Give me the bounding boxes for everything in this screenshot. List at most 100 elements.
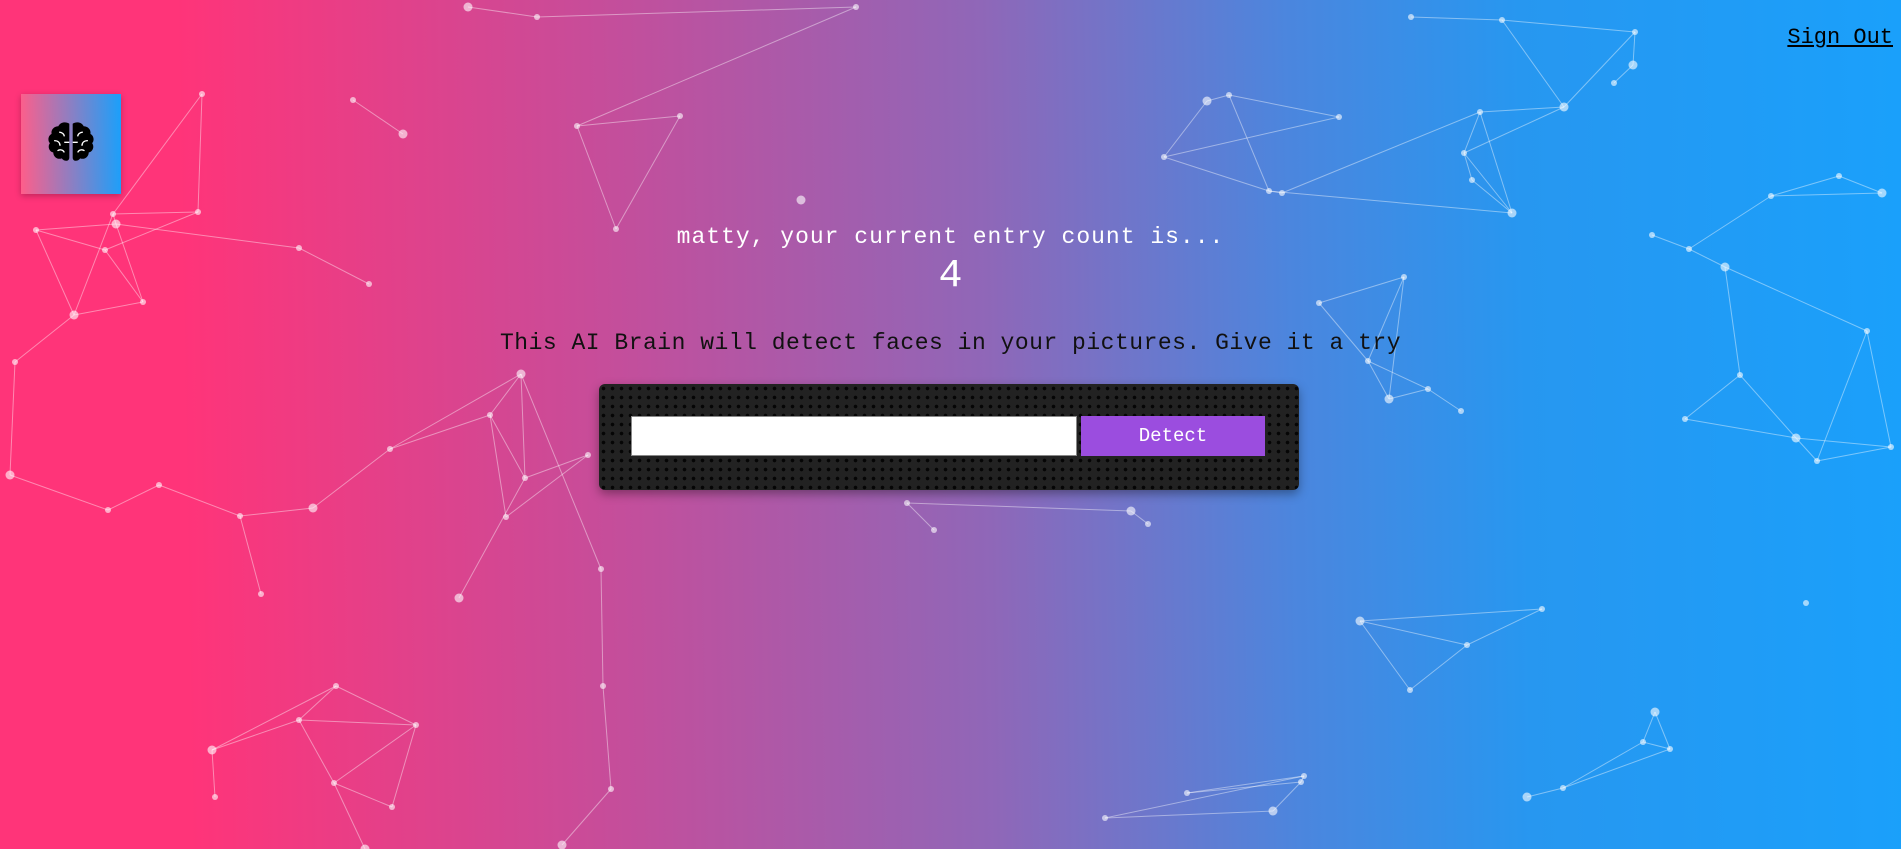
particle-dot <box>600 683 606 689</box>
particle-dot <box>389 804 395 810</box>
image-url-input[interactable] <box>631 416 1077 456</box>
particle-dot <box>1336 114 1342 120</box>
particle-dot <box>413 722 419 728</box>
particle-link <box>1186 775 1305 794</box>
particle-link <box>576 115 681 127</box>
particle-dot <box>350 97 356 103</box>
particle-dot <box>1365 358 1371 364</box>
particle-dot <box>1126 506 1136 516</box>
particle-dot <box>258 591 264 597</box>
particle-dot <box>1477 109 1483 115</box>
particle-dot <box>534 14 540 20</box>
particle-link <box>312 448 391 509</box>
particle-dot <box>331 780 337 786</box>
particle-dot <box>212 794 218 800</box>
particle-link <box>158 484 241 517</box>
particle-link <box>489 373 522 416</box>
particle-link <box>211 685 337 751</box>
particle-link <box>600 568 604 687</box>
particle-dot <box>105 507 111 513</box>
particle-dot <box>1650 707 1660 717</box>
particle-link <box>520 373 602 570</box>
particle-dot <box>1877 188 1887 198</box>
particle-link <box>1479 106 1565 113</box>
particle-dot <box>199 91 205 97</box>
particle-link <box>1228 94 1340 118</box>
particle-dot <box>1768 193 1774 199</box>
sign-out-link[interactable]: Sign Out <box>1787 25 1893 50</box>
particle-link <box>1359 620 1411 691</box>
particle-link <box>1367 360 1390 400</box>
particle-link <box>389 373 522 450</box>
particle-link <box>1684 418 1797 439</box>
particle-link <box>112 93 203 215</box>
particle-link <box>333 724 417 784</box>
particle-link <box>1838 175 1883 194</box>
particle-link <box>1795 437 1892 448</box>
particle-link <box>906 502 1132 512</box>
particle-dot <box>1408 14 1414 20</box>
particle-link <box>576 125 617 230</box>
particle-link <box>298 719 335 784</box>
particle-dot <box>237 513 243 519</box>
particle-link <box>1272 781 1302 812</box>
particle-dot <box>110 211 116 217</box>
particle-dot <box>522 475 528 481</box>
particle-dot <box>387 446 393 452</box>
particle-dot <box>195 209 201 215</box>
particle-dot <box>398 129 408 139</box>
particle-dot <box>503 514 509 520</box>
particle-link <box>1463 152 1473 181</box>
particle-link <box>1163 156 1270 192</box>
particle-link <box>1684 374 1741 420</box>
particle-dot <box>853 4 859 10</box>
image-link-form: Detect <box>599 384 1299 490</box>
particle-link <box>239 515 262 595</box>
particle-link <box>391 724 417 808</box>
particle-dot <box>608 786 614 792</box>
particle-link <box>1268 190 1513 214</box>
detect-button[interactable]: Detect <box>1081 416 1265 456</box>
particle-dot <box>1279 190 1285 196</box>
particle-dot <box>1836 173 1842 179</box>
particle-link <box>1501 19 1636 33</box>
particle-dot <box>333 683 339 689</box>
particle-dot <box>1499 17 1505 23</box>
particle-dot <box>1632 29 1638 35</box>
particle-link <box>520 373 526 479</box>
particle-dot <box>1560 785 1566 791</box>
particle-link <box>536 6 857 18</box>
particle-link <box>467 6 538 18</box>
particle-dot <box>904 500 910 506</box>
particle-link <box>1739 374 1797 439</box>
particle-link <box>1388 388 1429 400</box>
particle-dot <box>1522 792 1532 802</box>
particle-dot <box>574 123 580 129</box>
particle-link <box>1816 446 1892 462</box>
particle-dot <box>796 195 806 205</box>
particle-dot <box>1425 386 1431 392</box>
particle-dot <box>1559 102 1569 112</box>
particle-dot <box>1145 521 1151 527</box>
particle-link <box>333 782 393 808</box>
particle-link <box>1228 94 1270 192</box>
particle-link <box>1770 175 1840 197</box>
particle-link <box>1359 608 1543 622</box>
particle-link <box>298 719 417 726</box>
particle-link <box>1409 644 1468 691</box>
particle-dot <box>360 844 370 849</box>
particle-link <box>906 502 935 531</box>
particle-dot <box>207 745 217 755</box>
particle-dot <box>1539 606 1545 612</box>
particle-link <box>1359 620 1468 646</box>
particle-dot <box>140 299 146 305</box>
particle-link <box>9 361 16 476</box>
particle-link <box>239 507 314 517</box>
particle-dot <box>931 527 937 533</box>
particle-link <box>1501 19 1565 108</box>
particle-dot <box>69 310 79 320</box>
entry-count-message: matty, your current entry count is... <box>676 224 1225 250</box>
particle-link <box>9 474 109 511</box>
particle-link <box>1795 437 1818 462</box>
particle-dot <box>1355 616 1365 626</box>
